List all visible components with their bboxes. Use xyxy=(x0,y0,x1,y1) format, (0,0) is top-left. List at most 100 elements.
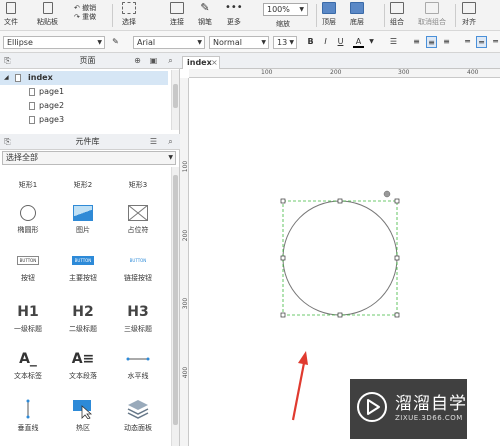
valign-top-icon[interactable]: ═ xyxy=(462,36,473,48)
pages-scrollbar[interactable] xyxy=(171,70,179,130)
group-icon xyxy=(390,2,404,14)
font-weight-value: Normal xyxy=(213,38,242,47)
font-weight-select[interactable]: Normal ▼ xyxy=(209,36,269,49)
shape-name-select[interactable]: Ellipse ▼ xyxy=(3,36,105,49)
group-button[interactable]: 组合 xyxy=(390,2,404,27)
valign-middle-icon[interactable]: ═ xyxy=(476,36,487,48)
bring-top-icon xyxy=(322,2,336,14)
align-button[interactable]: 对齐 xyxy=(462,2,476,27)
page-icon xyxy=(29,102,35,110)
chevron-down-icon: ▼ xyxy=(168,154,173,161)
scroll-thumb[interactable] xyxy=(173,175,178,425)
valign-bottom-icon[interactable]: ═ xyxy=(490,36,500,48)
paste-icon xyxy=(42,2,53,14)
widget-h3[interactable]: H3 三级标题 xyxy=(110,304,166,334)
page-tree-item[interactable]: page3 xyxy=(0,113,168,127)
format-painter-icon[interactable]: ✎ xyxy=(110,36,121,48)
search-icon[interactable]: ⌕ xyxy=(166,56,175,65)
chevron-down-icon[interactable]: ▼ xyxy=(366,36,377,48)
select-icon xyxy=(122,2,136,14)
font-family-select[interactable]: Arial ▼ xyxy=(133,36,205,49)
scroll-thumb[interactable] xyxy=(173,84,178,108)
watermark: 溜溜自学 ZIXUE.3D66.COM xyxy=(350,379,467,439)
redo-button[interactable]: ↷ 重做 xyxy=(74,12,96,22)
font-size-select[interactable]: 13 ▼ xyxy=(273,36,297,49)
page-tree-item[interactable]: page2 xyxy=(0,99,168,113)
select-tool[interactable]: 选择 xyxy=(122,2,136,27)
underline-button[interactable]: U xyxy=(335,36,346,48)
page-icon xyxy=(15,74,21,82)
widget-dynamic-panel[interactable]: 动态面板 xyxy=(110,399,166,433)
widget-h2[interactable]: H2 二级标题 xyxy=(55,304,111,334)
redo-label: 重做 xyxy=(82,13,97,21)
align-right-icon[interactable]: ≡ xyxy=(441,36,452,48)
font-color-button[interactable]: A xyxy=(353,36,364,48)
more-icon: ••• xyxy=(225,2,243,13)
widget-label: 矩形1 xyxy=(18,181,38,189)
page-tree-item[interactable]: page1 xyxy=(0,85,168,99)
widget-rect2[interactable]: 矩形2 xyxy=(55,176,111,190)
h1-icon: H1 xyxy=(17,304,39,320)
align-left-icon[interactable]: ≡ xyxy=(411,36,422,48)
bring-top-button[interactable]: 顶层 xyxy=(322,2,336,27)
hotspot-icon xyxy=(73,400,93,419)
widget-rect1[interactable]: 矩形1 xyxy=(0,176,56,190)
placeholder-icon xyxy=(128,205,148,221)
library-scrollbar[interactable] xyxy=(171,167,179,446)
widget-rect3[interactable]: 矩形3 xyxy=(110,176,166,190)
widget-h1[interactable]: H1 一级标题 xyxy=(0,304,56,334)
vertical-line-icon xyxy=(26,399,30,419)
widget-text-label[interactable]: A_ 文本标签 xyxy=(0,351,56,381)
more-tools[interactable]: ••• 更多 xyxy=(225,2,243,27)
selected-ellipse[interactable] xyxy=(282,200,398,316)
widget-hline[interactable]: 水平线 xyxy=(110,351,166,381)
pen-icon: ✎ xyxy=(200,1,210,14)
page-tree-root[interactable]: ◢ index xyxy=(0,71,168,85)
widget-placeholder[interactable]: 占位符 xyxy=(110,205,166,235)
file-button[interactable]: 文件 xyxy=(4,2,18,27)
top-label: 顶层 xyxy=(322,18,336,26)
widget-image[interactable]: 图片 xyxy=(55,205,111,235)
add-folder-icon[interactable]: ▣ xyxy=(149,56,158,65)
toolbar-divider xyxy=(384,4,385,27)
send-bottom-icon xyxy=(350,2,364,14)
rotate-handle[interactable] xyxy=(383,190,391,198)
toolbar-divider xyxy=(112,4,113,27)
italic-button[interactable]: I xyxy=(320,36,331,48)
dynamic-panel-icon xyxy=(127,400,149,419)
widget-ellipse[interactable]: 椭圆形 xyxy=(0,205,56,235)
widget-vline[interactable]: 垂直线 xyxy=(0,399,56,433)
pen-tool[interactable]: ✎ 钢笔 xyxy=(198,2,212,27)
send-bottom-button[interactable]: 底层 xyxy=(350,2,364,27)
library-panel-header: ⎘ 元件库 ☰ ⌕ xyxy=(0,134,180,150)
add-page-icon[interactable]: ⊕ xyxy=(133,56,142,65)
widget-label: 三级标题 xyxy=(124,325,152,333)
widget-label: 动态面板 xyxy=(124,424,152,432)
library-select[interactable]: 选择全部 ▼ xyxy=(2,151,176,165)
primary-button-icon: BUTTON xyxy=(72,256,94,265)
bold-button[interactable]: B xyxy=(305,36,316,48)
align-center-icon[interactable]: ≡ xyxy=(426,36,437,48)
widget-label: 二级标题 xyxy=(69,325,97,333)
search-icon[interactable]: ⌕ xyxy=(166,137,175,146)
widget-label: 水平线 xyxy=(127,372,149,380)
page-label: page1 xyxy=(39,87,65,96)
zoom-select[interactable]: 100% ▼ xyxy=(263,3,308,16)
paste-label: 粘贴板 xyxy=(37,18,58,26)
ungroup-button[interactable]: 取消组合 xyxy=(418,2,446,27)
watermark-title: 溜溜自学 xyxy=(395,394,467,414)
widget-paragraph[interactable]: A≡ 文本段落 xyxy=(55,351,111,381)
widget-link-button[interactable]: BUTTON 链接按钮 xyxy=(110,256,166,283)
menu-icon[interactable]: ☰ xyxy=(149,137,158,146)
widget-button[interactable]: BUTTON 按钮 xyxy=(0,256,56,283)
connect-tool[interactable]: 连接 xyxy=(170,2,184,27)
paste-button[interactable]: 粘贴板 xyxy=(37,2,58,27)
widget-label: 矩形3 xyxy=(128,181,148,189)
chevron-down-icon: ▼ xyxy=(261,39,266,46)
chevron-down-icon: ▼ xyxy=(299,6,304,13)
widget-label: 椭圆形 xyxy=(17,226,39,234)
widget-hotspot[interactable]: 热区 xyxy=(55,399,111,433)
bullet-list-icon[interactable]: ☰ xyxy=(388,36,399,48)
group-label: 组合 xyxy=(390,18,404,26)
widget-primary-button[interactable]: BUTTON 主要按钮 xyxy=(55,256,111,283)
